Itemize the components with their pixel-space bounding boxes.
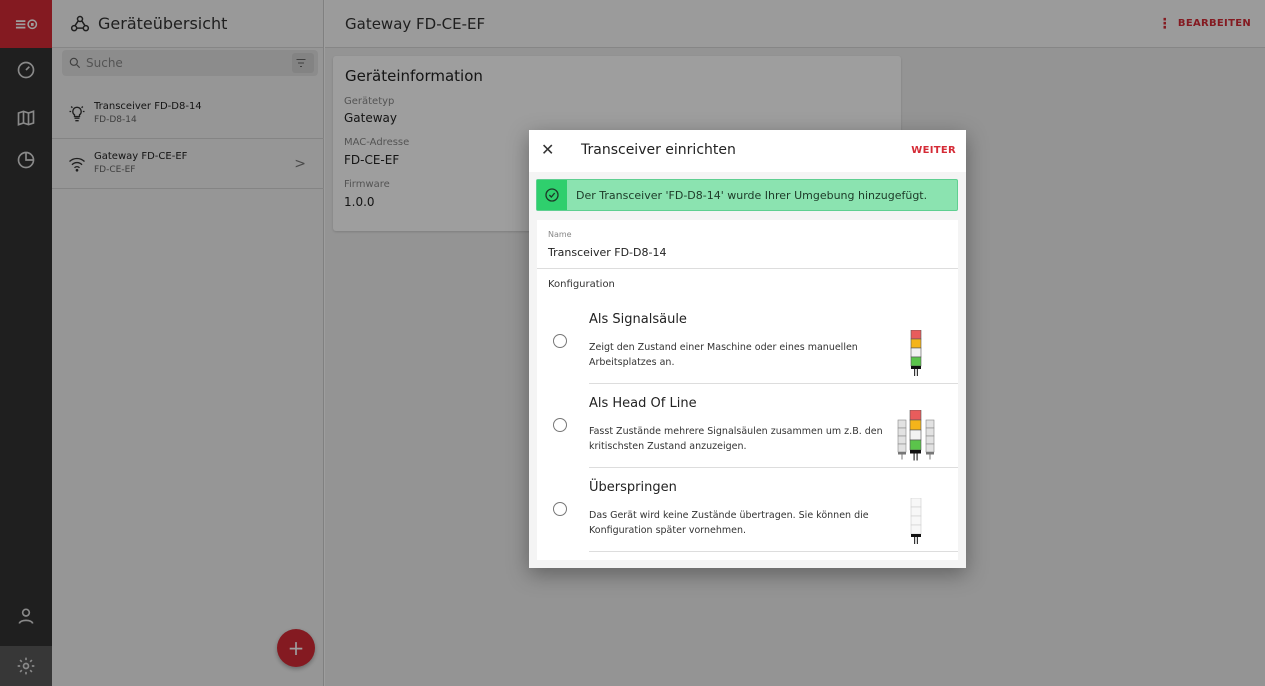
name-field-label: Name [548, 230, 572, 239]
head-of-line-icon [897, 410, 935, 461]
option-title: Als Head Of Line [589, 396, 697, 411]
success-message: Der Transceiver 'FD-D8-14' wurde Ihrer U… [576, 188, 928, 202]
option-description: Fasst Zustände mehrere Signalsäulen zusa… [589, 426, 883, 452]
divider [537, 268, 958, 269]
option-head-of-line[interactable]: Als Head Of Line Fasst Zustände mehrere … [537, 384, 958, 468]
dialog-header: ✕ Transceiver einrichten WEITER [529, 130, 966, 172]
dialog-body: Name Transceiver FD-D8-14 Konfiguration … [537, 220, 958, 560]
close-icon[interactable]: ✕ [541, 140, 554, 159]
name-field[interactable]: Transceiver FD-D8-14 [548, 246, 666, 259]
option-title: Überspringen [589, 480, 677, 495]
option-description: Das Gerät wird keine Zustände übertragen… [589, 510, 869, 536]
check-circle-icon [537, 180, 567, 210]
radio-button[interactable] [553, 418, 567, 432]
config-label: Konfiguration [548, 279, 615, 290]
signal-tower-icon [910, 330, 922, 376]
option-signal-tower[interactable]: Als Signalsäule Zeigt den Zustand einer … [537, 300, 958, 384]
option-title: Als Signalsäule [589, 312, 687, 327]
radio-button[interactable] [553, 502, 567, 516]
radio-button[interactable] [553, 334, 567, 348]
divider [589, 551, 958, 552]
next-button[interactable]: WEITER [911, 145, 956, 156]
dialog-title: Transceiver einrichten [581, 142, 736, 158]
option-description: Zeigt den Zustand einer Maschine oder ei… [589, 342, 858, 368]
inactive-tower-icon [910, 498, 922, 544]
option-skip[interactable]: Überspringen Das Gerät wird keine Zustän… [537, 468, 958, 552]
setup-dialog: ✕ Transceiver einrichten WEITER Der Tran… [529, 130, 966, 568]
success-banner: Der Transceiver 'FD-D8-14' wurde Ihrer U… [536, 179, 958, 211]
